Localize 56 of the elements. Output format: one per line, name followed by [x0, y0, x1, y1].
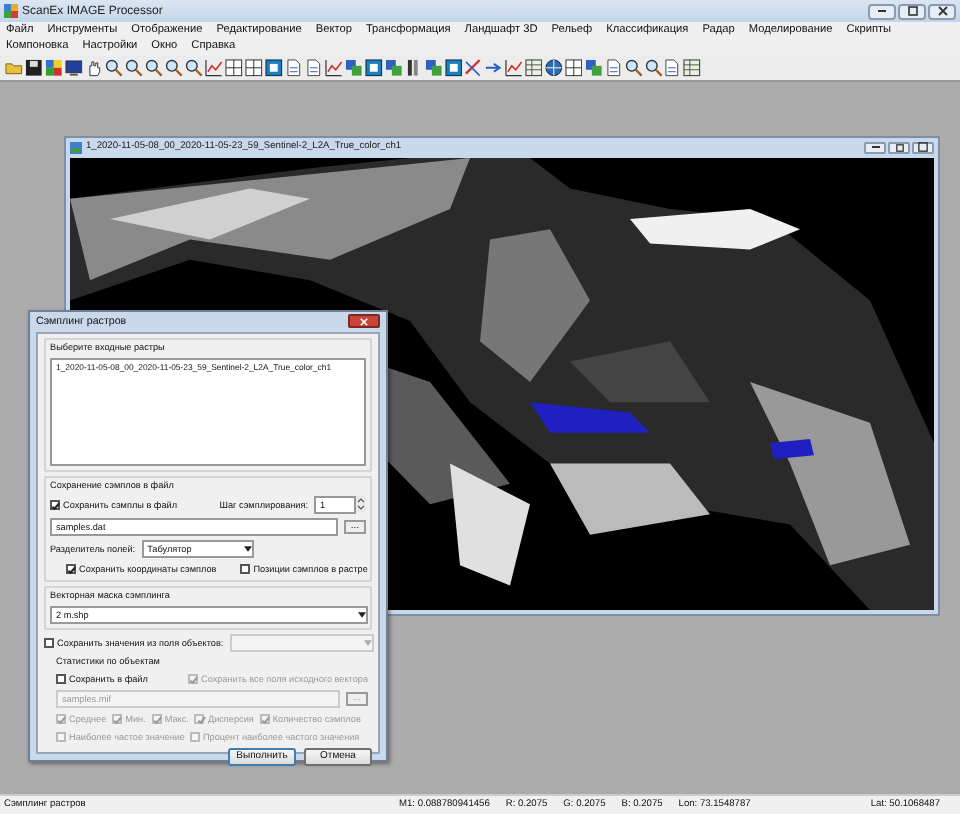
checkbox[interactable]: [50, 499, 60, 510]
magnifier-icon[interactable]: [103, 58, 124, 78]
magnifier-icon[interactable]: [183, 58, 204, 78]
maximize-icon: [918, 142, 928, 153]
document-icon[interactable]: [283, 58, 304, 78]
minimize-button[interactable]: [864, 141, 886, 154]
checkbox[interactable]: [44, 637, 54, 648]
maximize-icon: [907, 6, 917, 16]
close-button[interactable]: [348, 314, 380, 329]
chart-icon[interactable]: [323, 58, 344, 78]
checkbox[interactable]: [240, 563, 251, 574]
layers-icon[interactable]: [583, 58, 603, 78]
maximize-button[interactable]: [898, 3, 926, 19]
chart-icon[interactable]: [203, 58, 224, 78]
document-icon[interactable]: [303, 58, 324, 78]
minimize-icon: [871, 146, 879, 149]
restore-button[interactable]: [888, 141, 910, 154]
spin-arrows-icon[interactable]: [356, 496, 366, 513]
chart-icon[interactable]: [503, 58, 523, 78]
monitor-icon[interactable]: [63, 58, 84, 78]
hand-icon[interactable]: [83, 58, 104, 78]
table-icon[interactable]: [523, 58, 543, 78]
close-icon: [937, 6, 947, 16]
close-button[interactable]: [928, 3, 956, 19]
save-icon[interactable]: [23, 58, 44, 78]
minimize-icon: [878, 10, 886, 12]
grid-icon[interactable]: [563, 58, 583, 78]
magnifier-icon[interactable]: [123, 58, 144, 78]
layers-icon[interactable]: [343, 58, 364, 78]
globe-icon[interactable]: [543, 58, 563, 78]
magnifier-icon[interactable]: [623, 58, 643, 78]
minimize-button[interactable]: [868, 3, 896, 19]
arrow-icon[interactable]: [483, 58, 503, 78]
table-icon[interactable]: [682, 58, 703, 78]
palette-icon[interactable]: [43, 58, 64, 78]
grid-icon[interactable]: [243, 58, 264, 78]
checkbox[interactable]: [66, 563, 76, 574]
document-icon[interactable]: [603, 58, 623, 78]
image-icon: [70, 141, 82, 154]
app-icon: [4, 4, 18, 18]
magnifier-icon[interactable]: [143, 58, 164, 78]
grid-icon[interactable]: [223, 58, 244, 78]
field-dropdown[interactable]: [229, 633, 374, 652]
checkbox[interactable]: [56, 673, 66, 684]
maximize-button[interactable]: [912, 141, 934, 154]
magnifier-icon[interactable]: [163, 58, 184, 78]
bars-icon[interactable]: [403, 58, 423, 78]
frame-icon[interactable]: [363, 58, 384, 78]
frame-icon[interactable]: [263, 58, 284, 78]
ruler-icon[interactable]: [463, 58, 483, 78]
close-icon: [360, 317, 368, 326]
caret-icon[interactable]: [243, 545, 252, 552]
magnifier-icon[interactable]: [643, 58, 663, 78]
document-icon[interactable]: [662, 58, 683, 78]
frame-icon[interactable]: [443, 58, 463, 78]
restore-icon: [895, 143, 903, 152]
